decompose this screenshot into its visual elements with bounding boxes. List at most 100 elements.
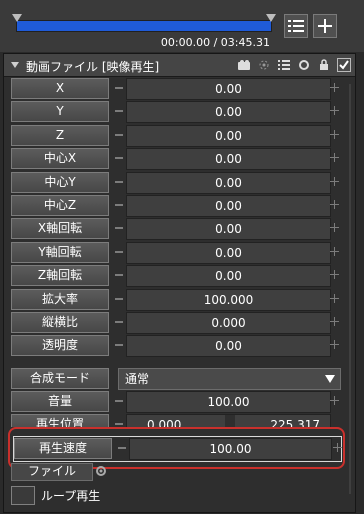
param-button[interactable]: 再生位置 [11,414,109,427]
increment-icon[interactable] [330,294,339,303]
param-button[interactable]: 拡大率 [11,289,109,310]
play-position-start: 0.000 [147,418,182,427]
speed-field[interactable]: 100.00 [129,438,332,460]
increment-icon[interactable] [330,153,339,162]
timeline-track[interactable] [16,20,272,32]
param-button[interactable]: 透明度 [11,335,109,356]
sparkle-icon[interactable] [256,57,271,72]
increment-icon[interactable] [330,396,339,405]
param-button[interactable]: 縦横比 [11,312,109,333]
play-position-row: 再生位置 0.000 225.317 [11,414,339,427]
play-position-field[interactable]: 0.000 225.317 [126,414,331,427]
decrement-icon[interactable] [115,298,123,300]
blend-mode-value: 通常 [125,372,150,386]
add-button[interactable] [313,14,337,38]
param-row: 中心Z 0.00 [11,195,339,217]
decrement-icon[interactable] [115,134,123,136]
param-row: Y軸回転 0.00 [11,242,339,264]
lock-icon[interactable] [316,57,331,72]
collapse-icon[interactable] [11,62,19,68]
increment-icon[interactable] [330,106,339,115]
param-value-field[interactable]: 0.00 [126,265,331,287]
plus-icon [318,19,332,33]
param-value-field[interactable]: 0.00 [126,148,331,170]
file-button-label: ファイル [27,464,76,478]
decrement-icon[interactable] [115,423,123,425]
param-value-field[interactable]: 0.00 [126,335,331,357]
param-value-field[interactable]: 0.000 [126,312,331,334]
loop-checkbox[interactable] [11,486,35,505]
param-button[interactable]: 中心Z [11,195,109,216]
increment-icon[interactable] [333,443,342,452]
param-value-field[interactable]: 0.00 [126,125,331,147]
list-icon [288,20,304,32]
decrement-icon[interactable] [115,204,123,206]
param-row: 中心X 0.00 [11,148,339,170]
param-button[interactable]: 中心X [11,148,109,169]
param-button[interactable]: Y軸回転 [11,242,109,263]
increment-icon[interactable] [330,83,339,92]
param-row: 縦横比 0.000 [11,312,339,334]
volume-row: 音量 100.00 [11,391,339,413]
param-value-field[interactable]: 0.00 [126,218,331,240]
decrement-icon[interactable] [115,227,123,229]
list-button[interactable] [284,14,308,38]
param-row: 透明度 0.00 [11,335,339,357]
increment-icon[interactable] [330,200,339,209]
increment-icon[interactable] [330,247,339,256]
object-header[interactable]: 動画ファイル [映像再生] [4,54,355,77]
param-value-field[interactable]: 0.00 [126,242,331,264]
param-row: Y 0.00 [11,101,339,123]
param-value-field[interactable]: 0.00 [126,101,331,123]
blend-mode-select[interactable]: 通常 [118,368,341,390]
param-row: X軸回転 0.00 [11,218,339,240]
param-button[interactable]: Z軸回転 [11,265,109,286]
param-value-field[interactable]: 100.000 [126,289,331,311]
decrement-icon[interactable] [115,87,123,89]
increment-icon[interactable] [330,177,339,186]
param-value-field[interactable]: 0.00 [126,78,331,100]
decrement-icon[interactable] [115,181,123,183]
param-button[interactable]: X軸回転 [11,218,109,239]
timeline-toolbar: 00:00.00 / 03:45.31 [0,0,364,52]
decrement-icon[interactable] [115,157,123,159]
decrement-icon[interactable] [115,344,123,346]
param-value-field[interactable]: 0.00 [126,172,331,194]
timeline-progress-fill [17,21,271,31]
start-marker[interactable] [12,14,22,22]
decrement-icon[interactable] [115,110,123,112]
end-marker[interactable] [266,14,276,22]
blend-mode-row: 合成モード 通常 [11,368,341,390]
param-button[interactable]: X [11,78,109,99]
range-handle[interactable] [225,415,235,427]
decrement-icon[interactable] [115,274,123,276]
loop-label: ループ再生 [41,489,101,503]
chevron-down-icon [325,375,335,383]
param-button[interactable]: 中心Y [11,172,109,193]
object-settings-panel: 動画ファイル [映像再生] X 0.00 Y 0.00 Z 0.00 中心X 0.00 中心Y 0… [3,53,356,513]
increment-icon[interactable] [330,340,339,349]
decrement-icon[interactable] [115,321,123,323]
checkbox-icon[interactable] [336,57,351,72]
increment-icon[interactable] [330,317,339,326]
decrement-icon[interactable] [118,447,126,449]
gear-icon[interactable] [95,465,107,477]
decrement-icon[interactable] [115,251,123,253]
param-button[interactable]: Z [11,125,109,146]
time-display: 00:00.00 / 03:45.31 [160,36,270,49]
camera-icon[interactable] [236,57,251,72]
increment-icon[interactable] [330,223,339,232]
volume-field[interactable]: 100.00 [126,391,331,413]
param-label: 合成モード [11,368,109,389]
list-icon[interactable] [276,57,291,72]
increment-icon[interactable] [330,270,339,279]
param-button[interactable]: 再生速度 [14,438,112,459]
loop-icon[interactable] [296,57,311,72]
file-button[interactable]: ファイル [11,463,93,481]
param-button[interactable]: Y [11,101,109,122]
param-value-field[interactable]: 0.00 [126,195,331,217]
increment-icon[interactable] [330,130,339,139]
scrollbar[interactable] [349,84,351,494]
param-button[interactable]: 音量 [11,391,109,412]
decrement-icon[interactable] [115,400,123,402]
